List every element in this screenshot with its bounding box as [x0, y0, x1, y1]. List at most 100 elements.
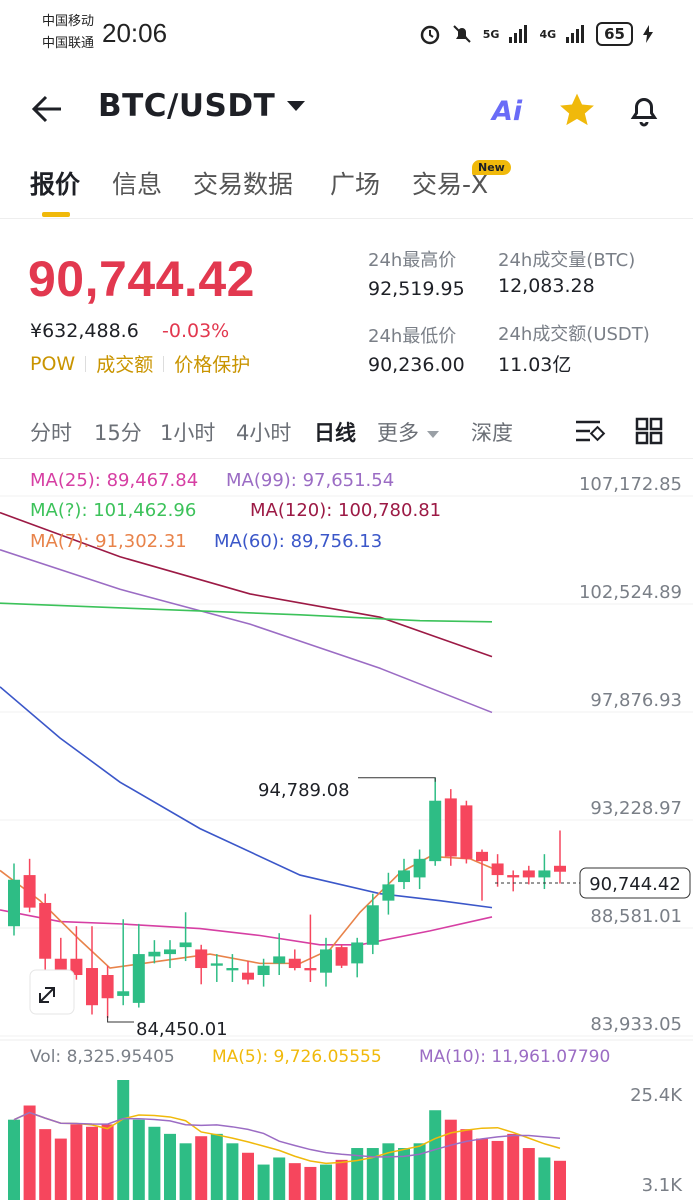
high-annotation: 94,789.08: [258, 780, 350, 801]
candle-body: [86, 968, 98, 1006]
volume-bar: [210, 1133, 223, 1200]
candle-body: [429, 800, 442, 862]
y-tick-label: 88,581.01: [590, 906, 682, 927]
ai-icon[interactable]: Ai: [492, 96, 522, 127]
y-tick-label: 83,933.05: [590, 1014, 682, 1035]
volume-bar: [164, 1133, 176, 1200]
cny-price: ¥632,488.6: [30, 320, 139, 342]
volume-bar: [132, 1119, 145, 1200]
candle-body: [382, 884, 395, 901]
vol-ytick-top: 25.4K: [630, 1085, 683, 1106]
last-price: 90,744.42: [28, 251, 255, 307]
candle-body: [538, 870, 551, 878]
volume-bar: [117, 1080, 130, 1200]
candle-body: [210, 963, 223, 966]
volume-bar: [491, 1140, 504, 1200]
volume-bar: [538, 1157, 551, 1200]
back-arrow-icon[interactable]: [30, 92, 64, 126]
low-label: 24h最低价: [368, 326, 457, 347]
carrier-1: 中国移动: [42, 14, 95, 29]
charging-icon: [643, 25, 653, 43]
candle-body: [226, 968, 239, 971]
volume-bar: [320, 1164, 332, 1200]
tag-row: POW 成交额 价格保护: [30, 350, 250, 377]
candle-body: [257, 965, 270, 976]
y-tick-label: 97,876.93: [590, 690, 682, 711]
caret-down-icon: [427, 430, 439, 438]
volume-bar: [242, 1152, 254, 1200]
signal-icon: [566, 25, 585, 43]
volume-bar: [8, 1119, 20, 1200]
volume-bar: [101, 1124, 114, 1200]
signal-icon: [509, 25, 528, 43]
vol-btc-label: 24h成交量(BTC): [498, 250, 636, 271]
carrier-2: 中国联通: [42, 36, 95, 51]
current-price-label: 90,744.42: [589, 874, 681, 895]
volume-bar: [304, 1166, 317, 1200]
tag-pow[interactable]: POW: [30, 353, 75, 375]
ma-lines: [0, 511, 493, 969]
candle-body: [444, 798, 457, 857]
candle-body: [351, 942, 364, 964]
tab-square[interactable]: 广场: [330, 165, 380, 201]
volume-bar: [179, 1143, 192, 1200]
star-icon[interactable]: [558, 92, 596, 128]
status-time: 20:06: [102, 18, 168, 48]
tab-quote[interactable]: 报价: [30, 165, 80, 201]
volume-bar: [226, 1143, 239, 1200]
volume-bar: [86, 1126, 98, 1200]
volume-bar: [195, 1136, 208, 1200]
candle-body: [476, 851, 488, 862]
interval-timeshare[interactable]: 分时: [30, 417, 72, 447]
candle-body: [54, 958, 67, 971]
ma25-line: [0, 909, 493, 946]
y-tick-label: 102,524.89: [579, 582, 682, 603]
interval-15m[interactable]: 15分: [94, 417, 142, 447]
candle-body: [117, 991, 130, 996]
candle-body: [288, 958, 301, 969]
interval-more[interactable]: 更多: [377, 417, 439, 447]
indicator-settings-icon[interactable]: [574, 416, 606, 446]
battery-level: 65: [596, 22, 633, 46]
candle-body: [491, 863, 504, 876]
fullscreen-button[interactable]: [29, 969, 75, 1015]
candle-body: [101, 975, 114, 999]
legend-ma-green: MA(?): 101,462.96: [30, 500, 196, 521]
tag-turnover[interactable]: 成交额: [96, 350, 153, 377]
interval-1h[interactable]: 1小时: [160, 417, 215, 447]
candlestick-chart[interactable]: 107,172.85 102,524.89 97,876.93 93,228.97 88…: [0, 460, 693, 1200]
network-4g: 4G: [539, 27, 557, 41]
volume-bar: [522, 1148, 535, 1200]
pair-selector[interactable]: BTC/USDT: [98, 88, 306, 124]
candle-body: [413, 858, 426, 878]
tag-price-protection[interactable]: 价格保护: [174, 350, 250, 377]
vol-ytick-bottom: 3.1K: [642, 1175, 684, 1196]
interval-1d[interactable]: 日线: [314, 417, 356, 447]
tab-trade-data[interactable]: 交易数据: [193, 165, 293, 201]
candle-body: [273, 956, 286, 964]
legend-ma99: MA(99): 97,651.54: [226, 470, 394, 491]
interval-4h[interactable]: 4小时: [236, 417, 291, 447]
candle-body: [132, 954, 145, 1003]
volume-bars: [8, 1080, 566, 1200]
candle-body: [8, 879, 20, 927]
candle-body: [304, 968, 317, 971]
candle-body: [179, 942, 192, 948]
bell-icon[interactable]: [626, 92, 662, 128]
divider: [0, 218, 693, 219]
tab-info[interactable]: 信息: [112, 165, 162, 201]
grid-layout-icon[interactable]: [634, 416, 664, 446]
candle-body: [507, 875, 520, 878]
vol-legend: Vol: 8,325.95405: [30, 1047, 175, 1067]
volume-bar: [554, 1160, 566, 1200]
interval-depth[interactable]: 深度: [471, 417, 513, 447]
volume-bar: [39, 1129, 52, 1200]
candle-body: [148, 951, 161, 957]
vol-usdt-label: 24h成交额(USDT): [498, 324, 650, 345]
vol-ma5-legend: MA(5): 9,726.05555: [212, 1047, 382, 1067]
low-leader: [107, 1015, 134, 1023]
low-annotation: 84,450.01: [136, 1019, 228, 1040]
caret-down-icon: [287, 101, 306, 111]
mute-icon: [453, 25, 471, 43]
candle-body: [522, 870, 535, 878]
